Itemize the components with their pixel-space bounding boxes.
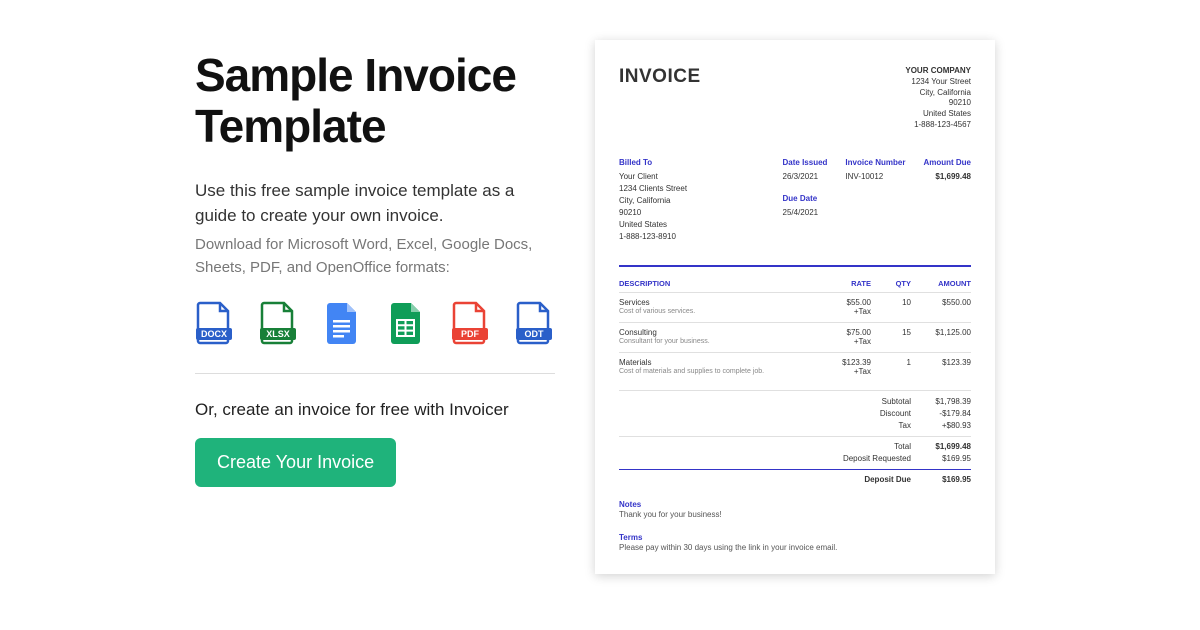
due-date-value: 25/4/2021	[783, 207, 828, 219]
item-rate: $123.39	[816, 358, 871, 367]
client-city: City, California	[619, 195, 759, 207]
page-title: Sample Invoice Template	[195, 50, 555, 151]
item-name: Services	[619, 298, 816, 307]
discount-value: -$179.84	[911, 408, 971, 420]
company-street: 1234 Your Street	[905, 77, 971, 88]
discount-label: Discount	[811, 408, 911, 420]
docx-icon[interactable]: DOCX	[195, 301, 233, 345]
invnum-value: INV-10012	[845, 171, 905, 183]
amount-due-value: $1,699.48	[923, 171, 971, 183]
line-item: Services $55.00 10 $550.00 Cost of vario…	[619, 292, 971, 322]
terms-label: Terms	[619, 533, 971, 542]
client-phone: 1-888-123-8910	[619, 231, 759, 243]
invnum-label: Invoice Number	[845, 157, 905, 169]
or-line: Or, create an invoice for free with Invo…	[195, 400, 555, 420]
item-tax: +Tax	[816, 337, 871, 346]
client-street: 1234 Clients Street	[619, 183, 759, 195]
company-phone: 1-888-123-4567	[905, 120, 971, 131]
subtotal-label: Subtotal	[811, 396, 911, 408]
col-qty: QTY	[871, 279, 911, 288]
company-city: City, California	[905, 88, 971, 99]
item-amount: $550.00	[911, 298, 971, 307]
date-issued-value: 26/3/2021	[783, 171, 828, 183]
header-rule	[619, 265, 971, 267]
subtotal-value: $1,798.39	[911, 396, 971, 408]
item-amount: $123.39	[911, 358, 971, 367]
amount-due-col: Amount Due $1,699.48	[923, 157, 971, 243]
invnum-col: Invoice Number INV-10012	[845, 157, 905, 243]
notes-block: Notes Thank you for your business!	[619, 500, 971, 519]
pdf-icon[interactable]: PDF	[451, 301, 489, 345]
invoice-preview: INVOICE YOUR COMPANY 1234 Your Street Ci…	[595, 40, 995, 574]
item-qty: 10	[871, 298, 911, 307]
summary: Subtotal$1,798.39 Discount-$179.84 Tax+$…	[619, 390, 971, 486]
company-zip: 90210	[905, 98, 971, 109]
deposit-req-label: Deposit Requested	[811, 453, 911, 465]
col-rate: RATE	[816, 279, 871, 288]
notes-label: Notes	[619, 500, 971, 509]
google-sheets-icon[interactable]	[387, 301, 425, 345]
date-issued-label: Date Issued	[783, 157, 828, 169]
due-date-label: Due Date	[783, 193, 828, 205]
deposit-due-value: $169.95	[911, 474, 971, 486]
terms-text: Please pay within 30 days using the link…	[619, 543, 971, 552]
svg-text:PDF: PDF	[461, 329, 480, 339]
svg-text:XLSX: XLSX	[266, 329, 290, 339]
billed-label: Billed To	[619, 157, 759, 169]
subtitle: Use this free sample invoice template as…	[195, 179, 555, 228]
amount-due-label: Amount Due	[923, 157, 971, 169]
odt-icon[interactable]: ODT	[515, 301, 553, 345]
total-label: Total	[811, 441, 911, 453]
line-item: Consulting $75.00 15 $1,125.00 Consultan…	[619, 322, 971, 352]
tax-label: Tax	[811, 420, 911, 432]
item-name: Materials	[619, 358, 816, 367]
client-name: Your Client	[619, 171, 759, 183]
svg-text:DOCX: DOCX	[201, 329, 227, 339]
format-icons: DOCX XLSX PDF ODT	[195, 301, 555, 345]
item-tax: +Tax	[816, 367, 871, 376]
invoice-title: INVOICE	[619, 66, 701, 88]
col-amount: AMOUNT	[911, 279, 971, 288]
item-desc: Cost of materials and supplies to comple…	[619, 368, 816, 376]
deposit-due-label: Deposit Due	[811, 474, 911, 486]
download-note: Download for Microsoft Word, Excel, Goog…	[195, 234, 555, 279]
divider	[195, 373, 555, 374]
svg-text:ODT: ODT	[525, 329, 545, 339]
item-qty: 15	[871, 328, 911, 337]
item-name: Consulting	[619, 328, 816, 337]
billed-to: Billed To Your Client 1234 Clients Stree…	[619, 157, 759, 243]
terms-block: Terms Please pay within 30 days using th…	[619, 533, 971, 552]
item-amount: $1,125.00	[911, 328, 971, 337]
item-rate: $55.00	[816, 298, 871, 307]
create-invoice-button[interactable]: Create Your Invoice	[195, 438, 396, 487]
company-country: United States	[905, 109, 971, 120]
item-desc: Cost of various services.	[619, 308, 816, 316]
company-name: YOUR COMPANY	[905, 66, 971, 77]
date-col: Date Issued 26/3/2021 Due Date 25/4/2021	[783, 157, 828, 243]
item-desc: Consultant for your business.	[619, 338, 816, 346]
notes-text: Thank you for your business!	[619, 510, 971, 519]
client-country: United States	[619, 219, 759, 231]
col-desc: DESCRIPTION	[619, 279, 816, 288]
company-block: YOUR COMPANY 1234 Your Street City, Cali…	[905, 66, 971, 131]
item-rate: $75.00	[816, 328, 871, 337]
deposit-req-value: $169.95	[911, 453, 971, 465]
line-item: Materials $123.39 1 $123.39 Cost of mate…	[619, 352, 971, 382]
tax-value: +$80.93	[911, 420, 971, 432]
item-tax: +Tax	[816, 307, 871, 316]
total-value: $1,699.48	[911, 441, 971, 453]
client-zip: 90210	[619, 207, 759, 219]
item-qty: 1	[871, 358, 911, 367]
table-header: DESCRIPTION RATE QTY AMOUNT	[619, 275, 971, 292]
google-docs-icon[interactable]	[323, 301, 361, 345]
xlsx-icon[interactable]: XLSX	[259, 301, 297, 345]
